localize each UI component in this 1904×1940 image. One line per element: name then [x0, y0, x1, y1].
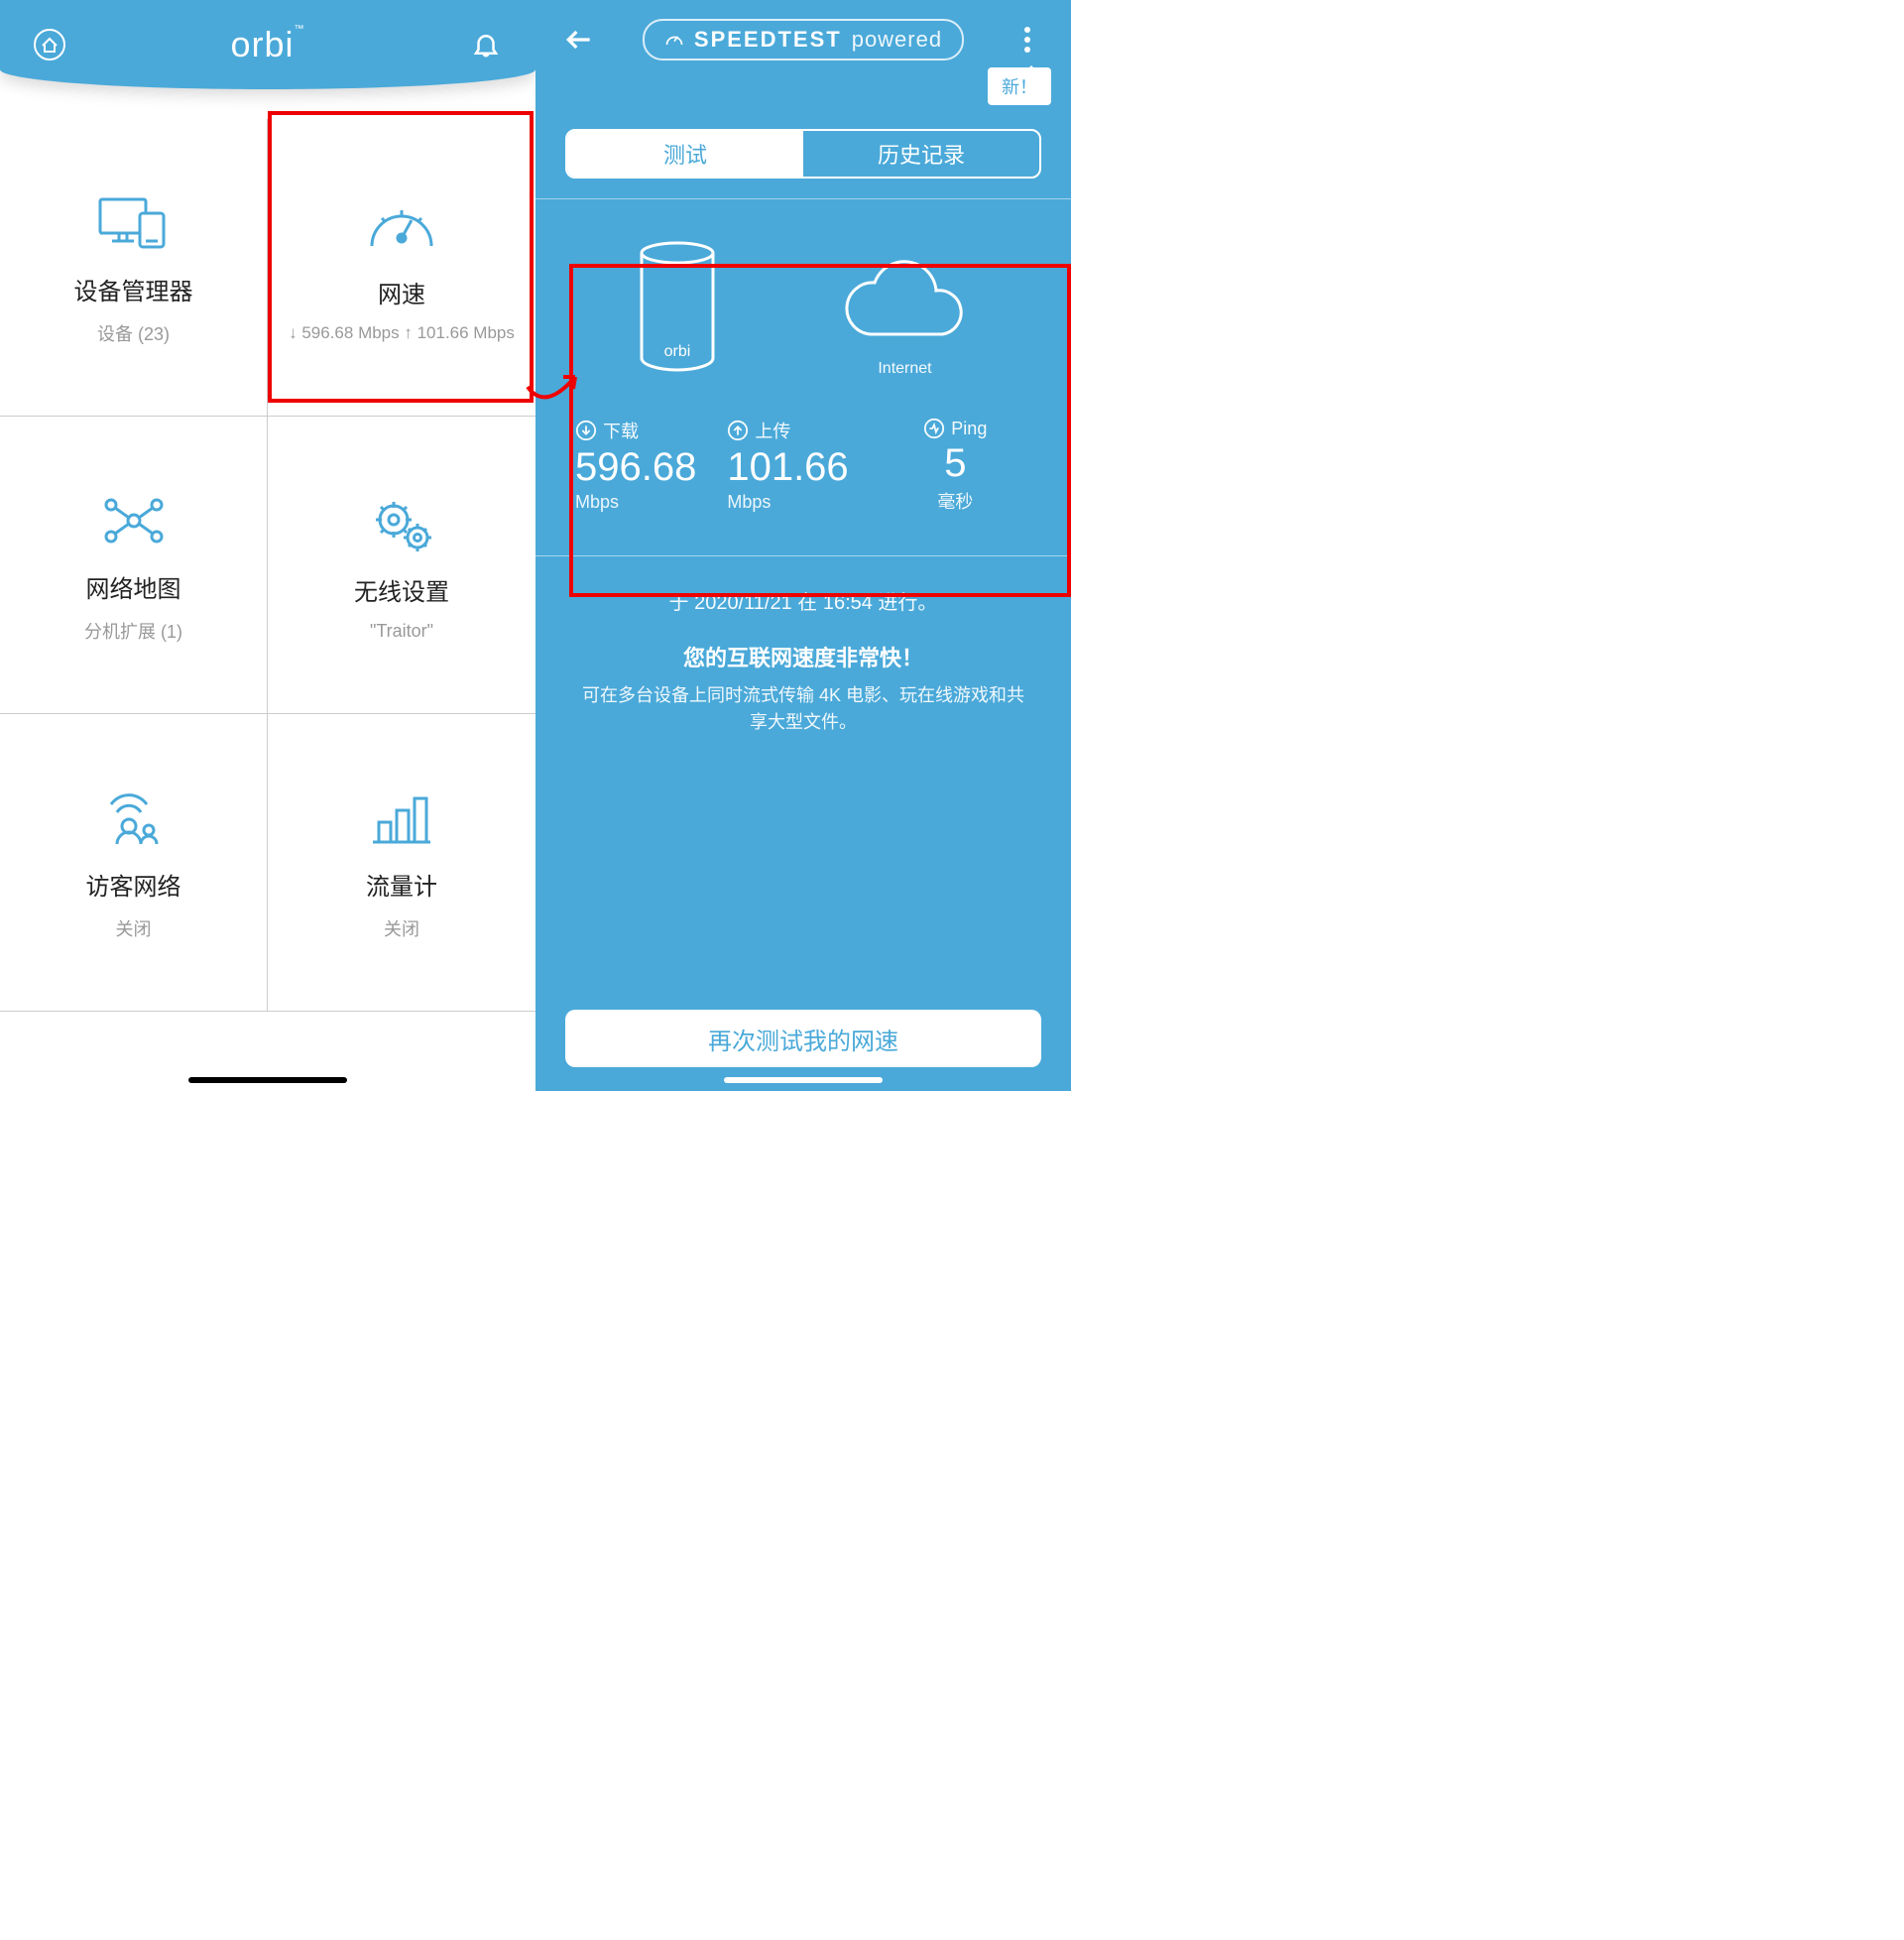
tile-title: 网速 — [378, 275, 425, 309]
speedtest-powered: powered — [852, 27, 942, 53]
metrics-row: 下载 596.68 Mbps 上传 101.66 Mbps Ping 5 — [565, 418, 1041, 514]
tile-guest-network[interactable]: 访客网络 关闭 — [0, 714, 268, 1012]
speedtest-badge: SPEEDTEST powered — [643, 19, 964, 61]
gauge-small-icon — [664, 30, 684, 50]
guest-icon — [94, 784, 174, 853]
tabs: 测试 历史记录 — [565, 129, 1041, 179]
network-icon — [94, 486, 174, 555]
speedtest-screen: SPEEDTEST powered 新！ 测试 历史记录 orbi — [536, 0, 1071, 1091]
download-icon — [575, 420, 597, 441]
upload-unit: Mbps — [727, 492, 771, 513]
timestamp-text: 于 2020/11/21 在 16:54 进行。 — [536, 586, 1071, 615]
tab-history[interactable]: 历史记录 — [803, 131, 1039, 177]
metric-download: 下载 596.68 Mbps — [575, 418, 727, 514]
tile-wifi-settings[interactable]: 无线设置 "Traitor" — [268, 417, 536, 714]
tile-sub: "Traitor" — [370, 621, 433, 642]
upload-value: 101.66 — [727, 445, 848, 490]
metric-upload: 上传 101.66 Mbps — [727, 418, 879, 514]
dashboard-grid: 设备管理器 设备 (23) 网速 ↓ 596.68 Mbps ↑ 101.66 … — [0, 119, 536, 1012]
tile-sub: 关闭 — [384, 915, 419, 941]
brand-logo: orbi™ — [230, 24, 304, 65]
ping-icon — [923, 418, 945, 439]
download-unit: Mbps — [575, 492, 619, 513]
gears-icon — [362, 489, 441, 558]
tile-network-map[interactable]: 网络地图 分机扩展 (1) — [0, 417, 268, 714]
gauge-icon — [362, 191, 441, 261]
back-icon[interactable] — [559, 20, 599, 60]
tile-title: 无线设置 — [354, 572, 449, 607]
speedtest-label: SPEEDTEST — [694, 27, 842, 53]
orbi-device: orbi — [628, 239, 727, 378]
tile-traffic-meter[interactable]: 流量计 关闭 — [268, 714, 536, 1012]
ping-label: Ping — [951, 419, 987, 439]
tile-title: 设备管理器 — [74, 272, 193, 306]
result-area: orbi Internet 下载 596.68 Mbps — [536, 219, 1071, 536]
ping-value: 5 — [944, 441, 966, 486]
home-indicator — [724, 1077, 883, 1083]
upload-label: 上传 — [755, 418, 790, 443]
internet-cloud: Internet — [831, 255, 980, 378]
tab-test[interactable]: 测试 — [567, 131, 803, 177]
devices-icon — [94, 188, 174, 258]
right-header: SPEEDTEST powered 新！ — [536, 0, 1071, 79]
divider — [536, 198, 1071, 199]
divider — [536, 555, 1071, 556]
ping-unit: 毫秒 — [937, 488, 973, 514]
tile-sub: 分机扩展 (1) — [84, 618, 182, 644]
tile-title: 流量计 — [366, 867, 437, 902]
internet-label: Internet — [878, 360, 931, 378]
download-value: 596.68 — [575, 445, 696, 490]
download-label: 下载 — [603, 418, 639, 443]
left-header: orbi™ — [0, 0, 536, 89]
brand-text: orbi — [230, 24, 294, 64]
more-icon[interactable] — [1008, 20, 1047, 60]
tile-title: 网络地图 — [86, 569, 181, 604]
retest-button[interactable]: 再次测试我的网速 — [565, 1010, 1041, 1067]
tile-device-manager[interactable]: 设备管理器 设备 (23) — [0, 119, 268, 417]
upload-icon — [727, 420, 749, 441]
router-icon: orbi — [628, 239, 727, 378]
annotation-arrow-icon — [526, 327, 585, 417]
tile-sub: 设备 (23) — [97, 320, 170, 346]
home-icon[interactable] — [30, 25, 69, 64]
new-badge: 新！ — [988, 67, 1051, 105]
result-description: 可在多台设备上同时流式传输 4K 电影、玩在线游戏和共享大型文件。 — [536, 682, 1071, 736]
tile-sub: ↓ 596.68 Mbps ↑ 101.66 Mbps — [289, 323, 515, 343]
metric-ping: Ping 5 毫秒 — [880, 418, 1031, 514]
home-indicator — [188, 1077, 347, 1083]
tile-sub: 关闭 — [116, 915, 152, 941]
bars-icon — [362, 784, 441, 853]
dashboard-screen: orbi™ 设备管理器 设备 (23) — [0, 0, 536, 1091]
bell-icon[interactable] — [466, 25, 506, 64]
tile-title: 访客网络 — [86, 867, 181, 902]
cloud-icon — [831, 255, 980, 354]
orbi-device-label: orbi — [663, 343, 690, 360]
tile-speed[interactable]: 网速 ↓ 596.68 Mbps ↑ 101.66 Mbps — [268, 119, 536, 417]
result-headline: 您的互联网速度非常快！ — [536, 641, 1071, 672]
